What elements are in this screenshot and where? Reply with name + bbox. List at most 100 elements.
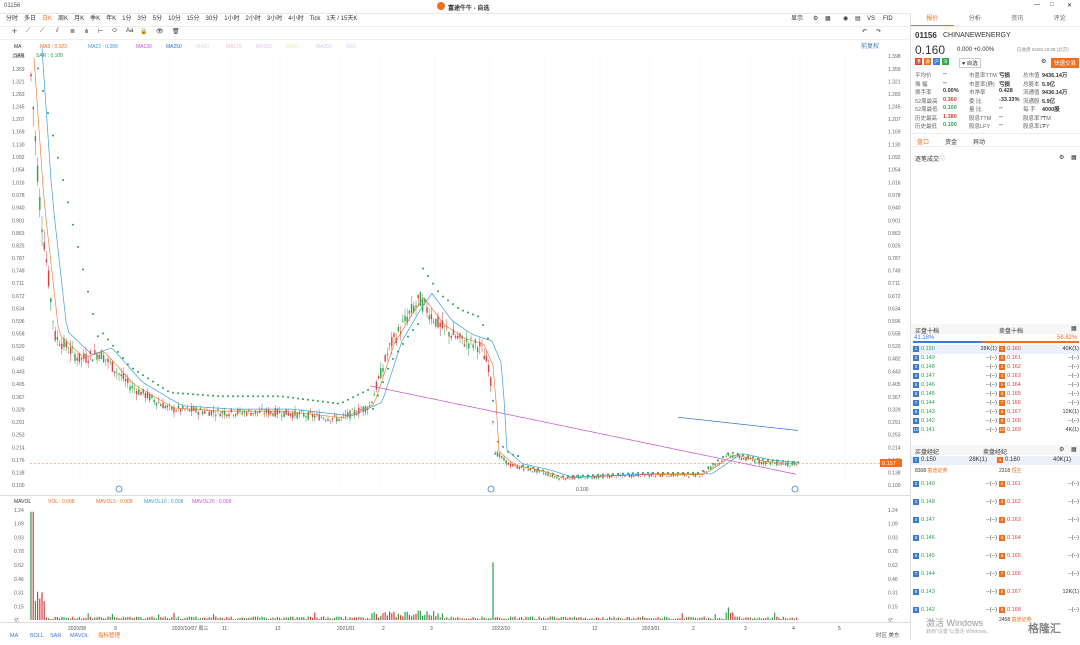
period-tab[interactable]: 1小时 [221, 13, 242, 26]
gear-icon[interactable]: ⚙ [1059, 446, 1064, 453]
settings-icon[interactable]: ⚙ [1041, 58, 1046, 65]
crosshair-icon[interactable]: ✛ [12, 28, 17, 35]
sar-dot [332, 402, 334, 404]
ma-legend-item[interactable]: MA1 [346, 44, 357, 50]
window-title: 富途牛牛 - 自选 [448, 3, 489, 12]
order-book: 10.15028K(1)10.16040K(1)20.149--(--)20.1… [911, 345, 1080, 437]
redo-icon[interactable]: ↷ [876, 28, 881, 35]
vs-button[interactable]: VS [864, 13, 878, 26]
period-tab[interactable]: Tick [307, 13, 324, 26]
favorite-button[interactable]: ♥ 自选 [959, 58, 981, 68]
ma-legend-item[interactable]: MA250 [166, 44, 182, 50]
text-tool-icon[interactable]: Aa [126, 28, 133, 34]
timezone-label[interactable]: 时区 美东 [876, 631, 900, 639]
detail-subtab[interactable]: 异动 [973, 137, 985, 146]
vol-legend-item[interactable]: MAVOL10 : 0.008 [144, 499, 184, 505]
ma-legend-item[interactable]: MA55 [286, 44, 299, 50]
lock-icon[interactable]: 🔒 [140, 28, 147, 35]
fib-tool-icon[interactable]: ≣ [70, 28, 75, 35]
period-tab[interactable]: 周K [55, 13, 71, 26]
measure-tool-icon[interactable]: ⊢ [98, 28, 103, 35]
pitchfork-tool-icon[interactable]: ⋔ [84, 28, 89, 35]
undo-icon[interactable]: ↶ [862, 28, 867, 35]
indicator-button[interactable]: MA [10, 633, 19, 639]
fid-button[interactable]: FID [880, 13, 896, 26]
detail-subtab[interactable]: 盘口 [917, 137, 929, 146]
period-tab[interactable]: 日K [39, 13, 55, 26]
indicator-button[interactable]: MAVOL [70, 633, 89, 639]
sar-dot [477, 315, 479, 317]
info-icon[interactable]: ⓘ [939, 154, 945, 163]
period-tab[interactable]: 分时 [3, 13, 21, 26]
close-icon[interactable]: ✕ [1067, 2, 1072, 9]
sar-dot [582, 474, 584, 476]
period-tab[interactable]: 1天 / 15天K [323, 13, 360, 26]
display-menu[interactable]: 显示 [788, 13, 806, 26]
layout-icon[interactable]: ▤ [852, 13, 864, 26]
period-tab[interactable]: 15分 [184, 13, 203, 26]
period-tab[interactable]: 4小时 [285, 13, 306, 26]
ma-legend-item[interactable]: MA5 : 0.323 [40, 44, 67, 50]
grid-icon[interactable]: ▦ [1071, 154, 1077, 161]
vol-legend-item[interactable]: MAVOL20 : 0.009 [192, 499, 232, 505]
channel-tool-icon[interactable]: ⫽ [56, 28, 59, 35]
volume-bar [391, 613, 392, 620]
period-tab[interactable]: 多日 [21, 13, 39, 26]
ma-legend-item[interactable]: MA60 [196, 44, 209, 50]
period-tab[interactable]: 3分 [134, 13, 149, 26]
grid-icon[interactable]: ▦ [1071, 446, 1077, 453]
sar-dot [107, 339, 109, 341]
volume-bar [83, 618, 84, 620]
volume-bar [479, 619, 480, 620]
vol-legend-item[interactable]: MAVOL5 : 0.008 [96, 499, 133, 505]
kline-chart[interactable]: MA MA5 : 0.323 MA22 : 0.388 MA130 MA250 MA60 M… [0, 40, 910, 640]
maximize-icon[interactable]: □ [1050, 2, 1054, 8]
period-tab[interactable]: 10分 [165, 13, 184, 26]
period-tab[interactable]: 季K [87, 13, 103, 26]
detail-subtab[interactable]: 资金 [945, 137, 957, 146]
delete-icon[interactable]: 🗑 [172, 28, 180, 35]
period-tab[interactable]: 5分 [150, 13, 165, 26]
restore-label[interactable]: 前复权 [861, 42, 879, 50]
chart-area[interactable]: MA MA5 : 0.323 MA22 : 0.388 MA130 MA250 MA60 M… [0, 40, 910, 640]
grid-icon[interactable]: ▦ [1071, 325, 1077, 332]
candle-body [228, 414, 229, 416]
period-tab[interactable]: 30分 [203, 13, 222, 26]
ma-legend-item[interactable]: MA300 [256, 44, 272, 50]
volume-bar [123, 617, 124, 620]
ma-legend-item[interactable]: MA250 [316, 44, 332, 50]
vol-legend-item[interactable]: MAVOL [14, 499, 31, 505]
period-tab[interactable]: 1分 [119, 13, 134, 26]
shape-tool-icon[interactable]: ⬭ [112, 28, 117, 35]
period-tab[interactable]: 3小时 [264, 13, 285, 26]
gear-icon[interactable]: ⚙ [810, 13, 821, 26]
gear-icon[interactable]: ⚙ [1059, 154, 1064, 161]
quick-trade-button[interactable]: 快速交易 [1051, 58, 1079, 68]
ma-legend-item[interactable]: MA130 [136, 44, 152, 50]
period-tab[interactable]: 2小时 [243, 13, 264, 26]
vol-legend-item[interactable]: VOL : 0.008 [48, 499, 75, 505]
minimize-icon[interactable]: — [1034, 2, 1040, 8]
stock-code-tab[interactable]: 01156 [4, 3, 20, 9]
volume-bar [770, 619, 771, 620]
ma-legend-item[interactable]: MA22 : 0.388 [88, 44, 118, 50]
quote-tab[interactable]: 报价 [911, 13, 954, 26]
indicator-button[interactable]: SAR [50, 633, 61, 639]
quote-tab[interactable]: 评论 [1039, 13, 1080, 26]
eye-icon[interactable]: 👁 [156, 28, 164, 35]
indicator-button[interactable]: BOLL [30, 633, 44, 639]
volume-bar [609, 617, 610, 620]
period-tab[interactable]: 年K [103, 13, 119, 26]
candle-body [371, 402, 372, 404]
camera-icon[interactable]: ◉ [840, 13, 851, 26]
indicator-button[interactable]: 指标管理 [98, 631, 121, 639]
quote-tab[interactable]: 资讯 [996, 13, 1039, 26]
quote-tab[interactable]: 分析 [954, 13, 997, 26]
ma-legend-item[interactable]: MA175 [226, 44, 242, 50]
stat-value: 4000股 [1042, 105, 1060, 113]
line-tool-icon[interactable]: ⟋ [26, 28, 30, 35]
ma-legend-item[interactable]: MA [14, 44, 22, 50]
ray-tool-icon[interactable]: ⟋ [40, 28, 44, 35]
period-tab[interactable]: 月K [71, 13, 87, 26]
grid-icon[interactable]: ▦ [822, 13, 834, 26]
